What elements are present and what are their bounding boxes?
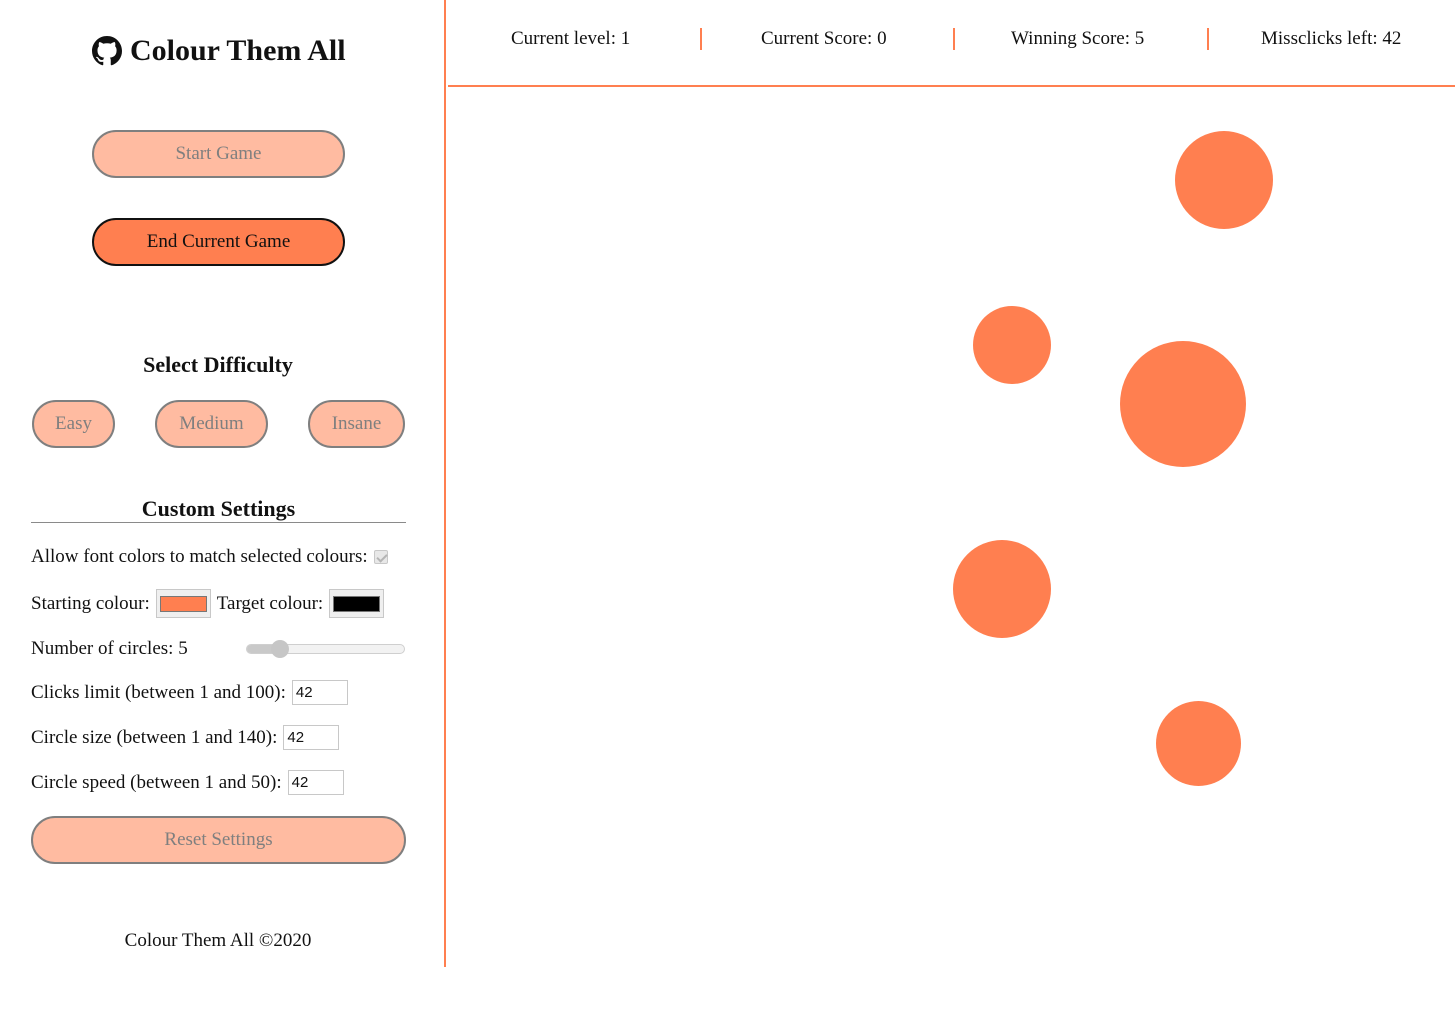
game-circle[interactable] <box>953 540 1051 638</box>
sidebar: Colour Them All Start Game End Current G… <box>0 0 446 967</box>
size-input[interactable]: 42 <box>283 725 340 750</box>
custom-settings-title: Custom Settings <box>141 496 296 521</box>
insane-button[interactable]: Insane <box>308 400 405 448</box>
size-label: Circle size (between 1 and 140): <box>31 726 278 748</box>
font-colors-row: Allow font colors to match selected colo… <box>31 546 388 568</box>
font-colors-label: Allow font colors to match selected colo… <box>31 546 368 567</box>
size-row: Circle size (between 1 and 140): 42 <box>31 725 340 750</box>
starting-colour-label: Starting colour: <box>31 592 150 614</box>
medium-button[interactable]: Medium <box>155 400 268 448</box>
game-circle[interactable] <box>1175 131 1273 229</box>
starting-colour-picker[interactable] <box>155 589 211 618</box>
game-area[interactable] <box>448 89 1455 1014</box>
circles-slider[interactable] <box>246 640 405 658</box>
custom-settings-divider <box>31 522 406 523</box>
reset-settings-button[interactable]: Reset Settings <box>31 816 406 864</box>
game-circle[interactable] <box>1156 701 1241 786</box>
circles-row: Number of circles: 5 <box>31 638 188 660</box>
app-title-text: Colour Them All <box>130 34 346 67</box>
difficulty-title: Select Difficulty <box>143 352 293 377</box>
game-circle[interactable] <box>973 306 1051 384</box>
target-colour-label: Target colour: <box>216 592 324 614</box>
end-game-button[interactable]: End Current Game <box>92 218 345 266</box>
colours-row: Starting colour: Target colour: <box>31 589 390 618</box>
app-title[interactable]: Colour Them All <box>92 34 346 68</box>
circles-slider-thumb[interactable] <box>270 640 289 658</box>
target-colour-swatch <box>333 595 381 612</box>
status-bar: Current level: 1 Current Score: 0 Winnin… <box>448 0 1455 87</box>
current-level: Current level: 1 <box>511 28 631 49</box>
app: Colour Them All Start Game End Current G… <box>0 0 1455 1014</box>
speed-row: Circle speed (between 1 and 50): 42 <box>31 770 344 795</box>
current-score: Current Score: 0 <box>761 28 887 49</box>
starting-colour-swatch <box>159 595 207 612</box>
status-divider <box>1207 28 1209 50</box>
footer: Colour Them All ©2020 <box>124 930 312 951</box>
clicks-input[interactable]: 42 <box>291 680 348 705</box>
clicks-row: Clicks limit (between 1 and 100): 42 <box>31 680 348 705</box>
github-icon <box>92 36 122 66</box>
missclicks-left: Missclicks left: 42 <box>1261 28 1402 49</box>
circles-label: Number of circles: 5 <box>31 638 188 659</box>
font-colors-checkbox[interactable] <box>373 550 388 564</box>
clicks-label: Clicks limit (between 1 and 100): <box>31 681 286 703</box>
status-divider <box>953 28 955 50</box>
speed-input[interactable]: 42 <box>287 770 344 795</box>
game-circle[interactable] <box>1120 341 1246 467</box>
winning-score: Winning Score: 5 <box>1011 28 1145 49</box>
target-colour-picker[interactable] <box>329 589 385 618</box>
speed-label: Circle speed (between 1 and 50): <box>31 771 282 793</box>
status-divider <box>700 28 702 50</box>
start-game-button[interactable]: Start Game <box>92 130 345 178</box>
easy-button[interactable]: Easy <box>32 400 115 448</box>
